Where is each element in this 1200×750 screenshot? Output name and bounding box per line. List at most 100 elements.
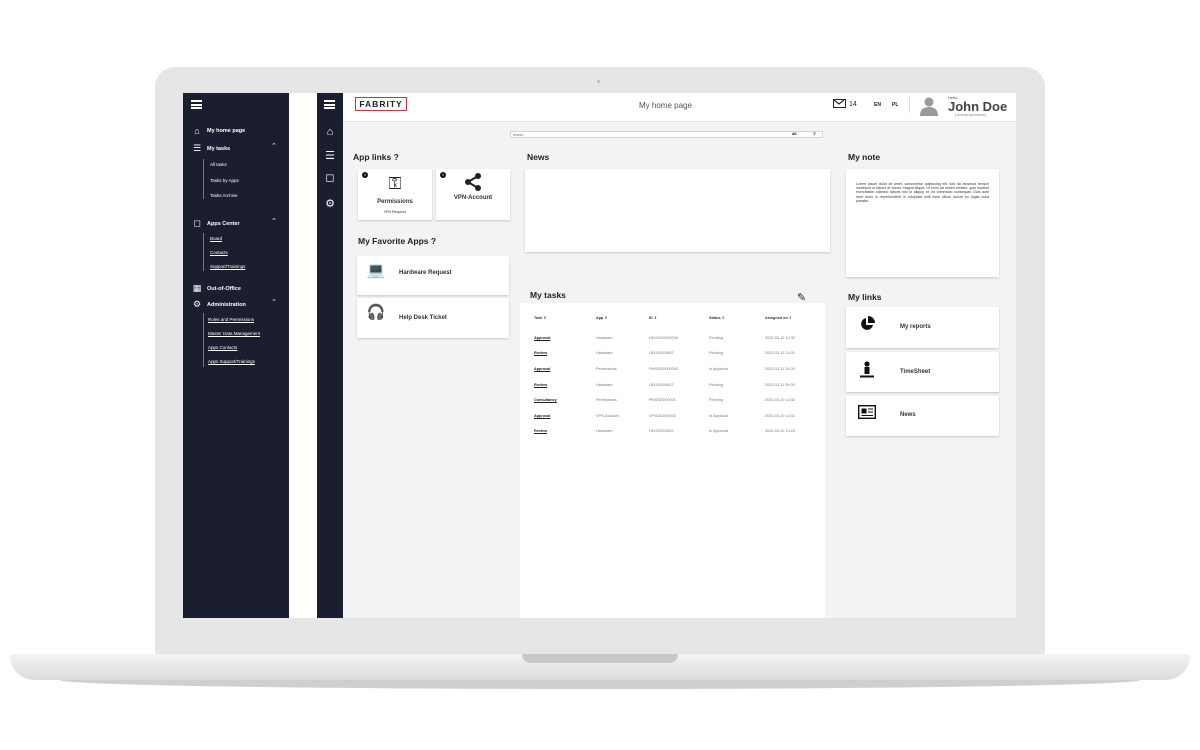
table-cell: 2020-03-12 14:32 <box>765 335 795 340</box>
table-cell: HD/2020/0002 <box>649 429 674 434</box>
sidebar-subitem-master-data[interactable]: Master Data Management <box>208 331 260 336</box>
sidebar-item-label: My tasks <box>207 145 231 152</box>
task-link[interactable]: Review <box>534 424 596 440</box>
logo[interactable]: FABRITY <box>355 97 407 111</box>
mail-count: 14 <box>849 101 857 108</box>
sidebar-subitem-roles-permissions[interactable]: Roles and Permissions <box>208 317 254 322</box>
table-row[interactable]: Approval VPN-Account VPN/2020/0002 In Appro… <box>534 408 825 424</box>
task-link[interactable]: Approval <box>534 330 596 346</box>
sidebar-item-label: Out-of-Office <box>207 285 241 292</box>
table-row[interactable]: Review Hardware HD/2020/0002 In Approval 202… <box>534 424 825 440</box>
app-link-label: Permissions <box>377 199 413 205</box>
table-cell: Pending <box>709 335 723 340</box>
sidebar-item-home[interactable]: ⌂ My home page <box>191 126 245 136</box>
task-link[interactable]: Approval <box>534 408 596 424</box>
mail-icon[interactable] <box>833 99 846 108</box>
table-cell: VPN-Account <box>596 413 619 418</box>
lang-pl-button[interactable]: PL <box>892 102 898 108</box>
table-row[interactable]: Consultancy Permissions PM/2020/00001 Pendi… <box>534 392 825 408</box>
task-link[interactable]: Review <box>534 377 596 393</box>
column-header-assigned-on[interactable]: Assigned on ⇩ <box>765 313 825 330</box>
sidebar-subitem-tasks-by-apps[interactable]: Tasks by Apps <box>210 178 239 183</box>
sidebar-subitem-board[interactable]: Board <box>210 236 222 241</box>
note-text[interactable]: Lorem ipsum dolor sit amet, consectetur … <box>856 182 989 203</box>
my-link-label: TimeSheet <box>900 369 931 375</box>
edit-icon[interactable]: ✎ <box>797 291 806 304</box>
table-cell: Pending <box>709 351 723 356</box>
search-scope-select[interactable]: All <box>792 132 796 136</box>
key-icon: ⚿ <box>388 174 402 193</box>
table-cell: PM/2020/00001 <box>649 398 676 403</box>
task-link[interactable]: Review <box>534 346 596 362</box>
my-link-news[interactable]: News <box>846 396 999 436</box>
sidebar-subitem-support-trainings[interactable]: Support/Trainings <box>210 264 245 269</box>
favorite-help-desk[interactable]: 🎧 Help Desk Ticket <box>357 298 509 338</box>
avatar[interactable] <box>919 96 939 116</box>
column-header-status[interactable]: Status ⇕ <box>709 313 765 330</box>
menu-icon[interactable] <box>191 100 202 109</box>
bookmark-icon: ◻ <box>193 218 201 228</box>
home-icon[interactable]: ⌂ <box>323 126 337 138</box>
divider <box>203 313 204 367</box>
screen: ⌂ My home page ☰ My tasks ⌃ All tasks Ta… <box>183 93 1016 618</box>
my-links-title: My links <box>848 292 882 302</box>
table-cell: In Approval <box>709 429 728 434</box>
sidebar-subitem-all-tasks[interactable]: All tasks <box>210 162 227 167</box>
table-row[interactable]: Approval Permissions PM/2020/000043 In Appr… <box>534 361 825 377</box>
search-bar: All ⚲ <box>510 131 823 138</box>
sidebar-subitem-tasks-archive[interactable]: Tasks Archive <box>210 193 238 198</box>
sidebar-subitem-apps-support[interactable]: Apps Support/Trainings <box>208 359 255 364</box>
app-link-label: VPN-Account <box>453 195 493 201</box>
my-tasks-panel: Task ⇕ App ⇕ ID ⇕ Status ⇕ Assigned on ⇩… <box>520 303 825 618</box>
column-header-task[interactable]: Task ⇕ <box>534 313 596 330</box>
search-icon[interactable]: ⚲ <box>813 131 816 136</box>
my-link-timesheet[interactable]: TimeSheet <box>846 352 999 392</box>
chevron-up-icon[interactable]: ⌃ <box>271 298 277 306</box>
gears-icon[interactable]: ⚙ <box>323 197 337 210</box>
table-cell: Hardware <box>596 335 613 340</box>
chevron-up-icon[interactable]: ⌃ <box>271 142 277 150</box>
app-link-vpn-account[interactable]: i VPN-Account <box>436 169 510 220</box>
sidebar-item-label: My home page <box>207 128 246 134</box>
table-row[interactable]: Approval Hardware HD/2020/000026 Pending 202… <box>534 330 825 346</box>
table-cell: HD/2020/0612 <box>649 382 674 387</box>
table-cell: 2020-03-11 09:00 <box>765 382 795 387</box>
table-row[interactable]: Review Hardware HD/2020/0652 Pending 2020-03… <box>534 346 825 362</box>
calendar-icon: ▦ <box>192 283 202 293</box>
sidebar-item-my-tasks[interactable]: ☰ My tasks <box>191 143 230 154</box>
sidebar-item-administration[interactable]: ⚙ Administration <box>191 299 246 310</box>
task-link[interactable]: Approval <box>534 361 596 377</box>
sidebar-item-out-of-office[interactable]: ▦ Out-of-Office <box>191 283 241 294</box>
search-input[interactable] <box>513 132 713 137</box>
app-link-permissions[interactable]: i ⚿ Permissions VPN Required <box>358 169 432 220</box>
table-cell: Permissions <box>596 366 617 371</box>
column-header-app[interactable]: App ⇕ <box>596 313 649 330</box>
main-content: FABRITY My home page 14 EN PL Hello, Joh… <box>343 93 1016 618</box>
sidebar-subitem-apps-contacts[interactable]: Apps Contacts <box>208 345 237 350</box>
my-link-reports[interactable]: My reports <box>846 307 999 348</box>
table-cell: VPN/2020/0002 <box>649 413 676 418</box>
favorite-hardware-request[interactable]: 💻 Hardware Request <box>357 256 509 295</box>
bookmark-icon[interactable]: ◻ <box>323 171 337 184</box>
tasks-icon[interactable]: ☰ <box>323 149 337 162</box>
my-link-label: News <box>900 412 916 418</box>
chevron-up-icon[interactable]: ⌃ <box>271 217 277 225</box>
my-note-panel[interactable]: Lorem ipsum dolor sit amet, consectetur … <box>846 169 999 277</box>
table-cell: In Approval <box>709 366 728 371</box>
task-link[interactable]: Consultancy <box>534 392 596 408</box>
table-row[interactable]: Review Hardware HD/2020/0612 Pending 2020-03… <box>534 377 825 393</box>
laptop-notch <box>522 654 678 663</box>
divider <box>909 97 910 113</box>
favorite-label: Help Desk Ticket <box>399 315 447 321</box>
table-cell: 2020-03-12 14:31 <box>765 351 795 356</box>
column-header-id[interactable]: ID ⇕ <box>649 313 709 330</box>
favorites-title: My Favorite Apps ? <box>358 236 437 246</box>
sidebar-item-apps-center[interactable]: ◻ Apps Center <box>191 218 240 229</box>
page-title: My home page <box>639 101 692 110</box>
menu-icon[interactable] <box>324 100 335 109</box>
spacer <box>289 93 317 618</box>
app-link-sublabel: VPN Required <box>383 210 407 214</box>
lang-en-button[interactable]: EN <box>874 102 881 108</box>
sidebar-subitem-contacts[interactable]: Contacts <box>210 250 228 255</box>
sidebar-item-label: Apps Center <box>207 220 240 227</box>
